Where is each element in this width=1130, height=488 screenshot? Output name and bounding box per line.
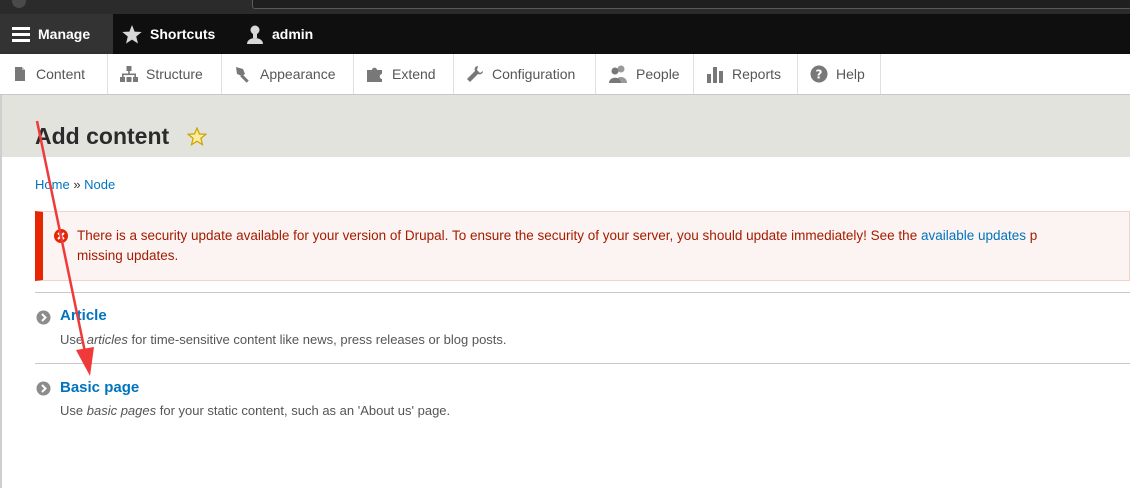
tray-item-label: Content (36, 66, 86, 82)
user-icon (247, 25, 263, 44)
breadcrumb-home-link[interactable]: Home (35, 177, 70, 192)
page-title: Add content (35, 123, 170, 149)
content-type-basic-page-link[interactable]: Basic page (60, 379, 139, 396)
message-line2: missing updates. (77, 248, 179, 263)
content-type-article-link[interactable]: Article (60, 307, 107, 324)
admin-toolbar: Manage Shortcuts admin (0, 14, 1130, 54)
security-update-text: There is a security update available for… (77, 226, 1130, 266)
desc-suffix: for time-sensitive content like news, pr… (127, 332, 507, 347)
hamburger-icon (12, 27, 30, 42)
toolbar-user-label: admin (272, 26, 314, 42)
breadcrumb: Home » Node (35, 177, 115, 192)
svg-text:?: ? (816, 68, 823, 82)
tray-item-extend[interactable]: Extend (354, 54, 454, 94)
desc-prefix: Use (60, 332, 87, 347)
breadcrumb-separator: » (73, 177, 81, 192)
available-updates-link[interactable]: available updates (921, 228, 1026, 243)
help-icon: ? (810, 65, 828, 83)
desc-emphasis: basic pages (86, 403, 157, 418)
toolbar-manage[interactable]: Manage (0, 14, 113, 54)
content-type-article-description: Use articles for time-sensitive content … (60, 332, 507, 347)
toolbar-manage-label: Manage (38, 26, 91, 42)
tray-item-label: Structure (146, 66, 203, 82)
chevron-right-icon (36, 381, 51, 396)
structure-icon (120, 66, 138, 82)
desc-suffix: for your static content, such as an 'Abo… (156, 403, 451, 418)
toolbar-user[interactable]: admin (246, 14, 313, 54)
list-divider (35, 363, 1130, 364)
tray-item-appearance[interactable]: Appearance (222, 54, 354, 94)
reports-icon (707, 67, 723, 83)
back-button[interactable] (12, 0, 26, 8)
tray-item-label: Appearance (260, 66, 336, 82)
tray-item-label: Reports (732, 66, 782, 82)
tray-item-people[interactable]: People (596, 54, 694, 94)
message-line1-tail: p (1026, 228, 1038, 243)
content-icon (15, 67, 25, 81)
tray-item-label: People (636, 66, 680, 82)
desc-emphasis: articles (86, 332, 128, 347)
tray-item-content[interactable]: Content (0, 54, 108, 94)
toolbar-shortcuts[interactable]: Shortcuts (122, 14, 215, 54)
content-type-basic-page-description: Use basic pages for your static content,… (60, 403, 450, 418)
admin-tray: Content Structure Appearance Extend Conf… (0, 54, 1130, 95)
address-bar[interactable] (252, 0, 1130, 9)
tray-item-label: Help (836, 66, 865, 82)
browser-chrome (0, 0, 1130, 14)
star-icon (122, 24, 142, 43)
tray-item-label: Configuration (492, 66, 576, 82)
configuration-icon (467, 66, 483, 82)
extend-icon (367, 67, 382, 82)
tray-item-structure[interactable]: Structure (108, 54, 222, 94)
tray-item-configuration[interactable]: Configuration (454, 54, 596, 94)
list-divider (35, 292, 1130, 293)
toolbar-shortcuts-label: Shortcuts (150, 26, 216, 42)
people-icon (609, 65, 627, 83)
breadcrumb-node-link[interactable]: Node (84, 177, 115, 192)
appearance-icon (236, 67, 249, 83)
tray-item-reports[interactable]: Reports (694, 54, 798, 94)
page-header (2, 95, 1130, 157)
error-icon (54, 229, 68, 243)
chevron-right-icon (36, 310, 51, 325)
shortcut-star-icon[interactable] (187, 127, 207, 146)
tray-item-label: Extend (392, 66, 436, 82)
message-line1: There is a security update available for… (77, 228, 921, 243)
tray-item-help[interactable]: ? Help (798, 54, 881, 94)
desc-prefix: Use (60, 403, 87, 418)
